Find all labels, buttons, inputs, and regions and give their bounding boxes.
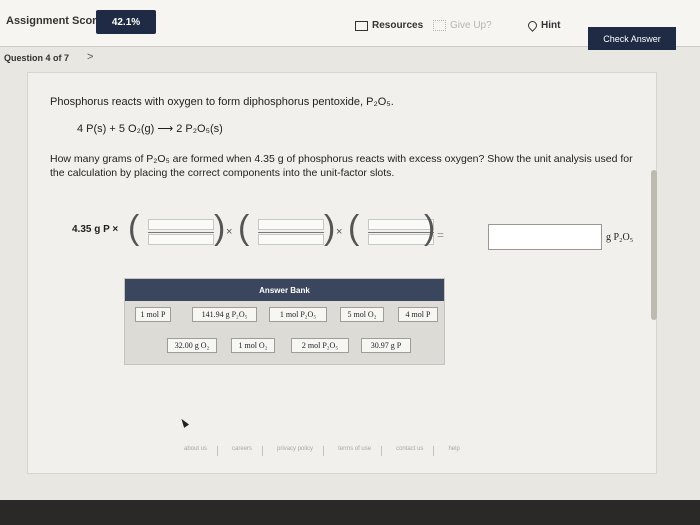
problem-intro: Phosphorus reacts with oxygen to form di… [50, 96, 394, 108]
fraction-bar [148, 232, 214, 233]
denominator-slot-2[interactable] [258, 234, 324, 245]
next-question-arrow[interactable]: > [87, 51, 93, 63]
answer-tile[interactable]: 1 mol O₂ [231, 338, 275, 353]
answer-tile[interactable]: 32.00 g O₂ [167, 338, 217, 353]
app-screen: Assignment Score: 42.1% Resources Give U… [0, 0, 700, 500]
multiply-sign: × [226, 226, 233, 238]
answer-tile[interactable]: 5 mol O₂ [340, 307, 384, 322]
numerator-slot-1[interactable] [148, 219, 214, 230]
numerator-slot-2[interactable] [258, 219, 324, 230]
unit-factor-1 [148, 217, 214, 247]
footer-link-terms[interactable]: terms of use [338, 446, 383, 456]
left-paren: ( [238, 209, 250, 247]
denominator-slot-1[interactable] [148, 234, 214, 245]
give-up-icon [433, 20, 446, 31]
score-badge: 42.1% [96, 10, 156, 34]
question-text: How many grams of P₂O₅ are formed when 4… [50, 153, 633, 179]
start-quantity: 4.35 g P × [72, 224, 119, 235]
chemical-equation: 4 P(s) + 5 O₂(g) ⟶ 2 P₂O₅(s) [77, 123, 223, 135]
check-answer-button[interactable]: Check Answer [588, 27, 676, 50]
answer-tile[interactable]: 1 mol P [135, 307, 171, 322]
unit-factor-2 [258, 217, 324, 247]
give-up-label: Give Up? [450, 20, 492, 31]
footer-link-help[interactable]: help [448, 446, 469, 456]
answer-tile[interactable]: 30.97 g P [361, 338, 411, 353]
right-paren: ) [214, 209, 226, 247]
fraction-bar [258, 232, 324, 233]
footer-link-careers[interactable]: careers [232, 446, 264, 456]
right-paren: ) [424, 209, 436, 247]
hint-button[interactable]: Hint [526, 19, 561, 32]
scrollbar[interactable] [651, 170, 657, 320]
answer-tile[interactable]: 4 mol P [398, 307, 438, 322]
answer-bank: Answer Bank 1 mol P 141.94 g P₂O₅ 1 mol … [124, 278, 445, 365]
hint-label: Hint [541, 20, 561, 31]
answer-tile[interactable]: 141.94 g P₂O₅ [192, 307, 257, 322]
left-paren: ( [128, 209, 140, 247]
answer-tile[interactable]: 2 mol P₂O₅ [291, 338, 349, 353]
multiply-sign: × [336, 226, 343, 238]
result-unit: g P₂O₅ [606, 232, 634, 243]
score-label: Assignment Score: [6, 15, 107, 27]
answer-bank-title: Answer Bank [125, 279, 444, 301]
answer-tile[interactable]: 1 mol P₂O₅ [269, 307, 327, 322]
hint-icon [526, 19, 539, 32]
question-counter: Question 4 of 7 [4, 53, 70, 63]
equals-sign: = [437, 228, 445, 242]
answer-input[interactable] [488, 224, 602, 250]
top-bar: Assignment Score: 42.1% Resources Give U… [0, 0, 700, 50]
resources-icon [355, 20, 368, 31]
left-paren: ( [348, 209, 360, 247]
right-paren: ) [324, 209, 336, 247]
resources-button[interactable]: Resources [355, 20, 423, 31]
footer-link-about[interactable]: about us [184, 446, 219, 456]
resources-label: Resources [372, 20, 424, 31]
footer-links: about us careers privacy policy terms of… [184, 446, 470, 456]
give-up-button[interactable]: Give Up? [433, 20, 492, 31]
footer-link-privacy[interactable]: privacy policy [277, 446, 325, 456]
footer-link-contact[interactable]: contact us [396, 446, 435, 456]
